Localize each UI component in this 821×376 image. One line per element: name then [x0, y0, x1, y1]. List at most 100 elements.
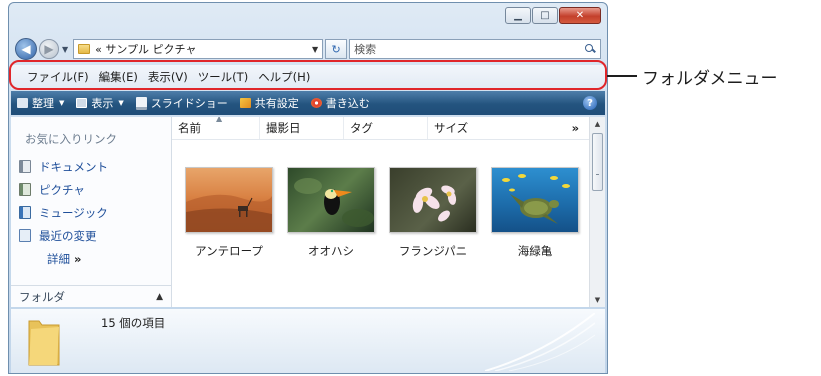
- file-item[interactable]: フランジパニ: [389, 167, 477, 259]
- file-name: 海緑亀: [517, 244, 553, 258]
- sort-ascending-icon: ▲: [216, 117, 223, 123]
- close-icon: ✕: [575, 10, 585, 21]
- minimize-button[interactable]: ▁: [505, 7, 531, 24]
- folder-icon: [28, 320, 60, 366]
- refresh-button[interactable]: ↻: [325, 39, 348, 59]
- recent-pages-dropdown[interactable]: ▼: [62, 45, 68, 54]
- more-links[interactable]: 詳細 »: [47, 251, 81, 267]
- chevron-up-icon: ▲: [156, 291, 163, 302]
- close-button[interactable]: ✕: [559, 7, 601, 24]
- nav-item-label: 最近の変更: [39, 228, 97, 243]
- burn-label: 書き込む: [325, 97, 370, 110]
- command-toolbar: 整理 ▼ 表示 ▼ スライドショー 共有設定 書き込む ?: [11, 91, 605, 115]
- share-label: 共有設定: [254, 97, 299, 110]
- documents-icon: [19, 160, 31, 173]
- folder-icon: [78, 44, 91, 54]
- nav-item-label: ドキュメント: [39, 159, 108, 174]
- views-icon: [76, 98, 88, 108]
- file-name: オオハシ: [308, 244, 354, 258]
- folders-toggle[interactable]: フォルダ ▲: [11, 285, 171, 307]
- nav-item-label: ピクチャ: [39, 182, 85, 197]
- column-header: 名前 ▲ 撮影日 タグ サイズ »: [172, 117, 589, 140]
- back-button[interactable]: ◀: [15, 38, 37, 60]
- frangipani-photo-icon: [389, 167, 477, 233]
- chevron-down-icon: ▼: [59, 99, 65, 107]
- slideshow-button[interactable]: スライドショー: [135, 95, 228, 111]
- window-caption-buttons: ▁ □ ✕: [505, 7, 601, 24]
- toucan-photo-icon: [287, 167, 375, 233]
- vertical-scrollbar[interactable]: ▲ ▼: [589, 117, 605, 307]
- item-count: 15 個の項目: [101, 316, 166, 330]
- search-input[interactable]: 検索: [354, 41, 585, 57]
- nav-item-documents[interactable]: ドキュメント: [19, 155, 108, 178]
- column-tags[interactable]: タグ: [344, 117, 428, 139]
- nav-item-recently-changed[interactable]: 最近の変更: [19, 224, 108, 247]
- sea-turtle-photo-icon: [491, 167, 579, 233]
- callout-label: フォルダメニュー: [642, 69, 778, 89]
- burn-disc-icon: [310, 98, 322, 108]
- forward-button[interactable]: ▶: [39, 39, 59, 59]
- views-button[interactable]: 表示 ▼: [76, 95, 124, 111]
- scroll-thumb[interactable]: [592, 133, 603, 191]
- menu-bar-highlight: [9, 60, 607, 90]
- help-button[interactable]: ?: [583, 96, 597, 110]
- views-label: 表示: [91, 97, 114, 110]
- back-arrow-icon: ◀: [21, 42, 31, 56]
- column-date-taken[interactable]: 撮影日: [260, 117, 344, 139]
- details-pane: 15 個の項目: [11, 309, 605, 373]
- slideshow-icon: [135, 96, 147, 110]
- navigation-pane: お気に入りリンク ドキュメント ピクチャ ミュージック 最近の変更 詳細 » フ…: [11, 117, 172, 307]
- minimize-icon: ▁: [514, 10, 522, 21]
- file-item[interactable]: オオハシ: [287, 167, 375, 259]
- help-icon: ?: [587, 97, 593, 109]
- share-icon: [239, 98, 251, 108]
- favorite-links-heading: お気に入りリンク: [25, 132, 117, 146]
- search-box[interactable]: 検索: [349, 39, 601, 59]
- organize-label: 整理: [32, 97, 54, 110]
- search-icon[interactable]: [585, 43, 596, 55]
- antelope-photo-icon: [185, 167, 273, 233]
- maximize-button[interactable]: □: [532, 7, 558, 24]
- thumbnail-grid: アンテロープ オオハシ フランジパニ 海緑亀: [185, 167, 579, 259]
- recent-changes-icon: [19, 229, 31, 242]
- refresh-icon: ↻: [331, 42, 341, 56]
- column-name-label: 名前: [178, 121, 201, 135]
- scroll-up-icon[interactable]: ▲: [590, 117, 605, 131]
- column-size[interactable]: サイズ: [428, 117, 512, 139]
- explorer-window: ▁ □ ✕ ◀ ▶ ▼ « サンプル ピクチャ ▼ ↻ 検索 ファイル(F) 編…: [8, 2, 608, 374]
- file-item[interactable]: アンテロープ: [185, 167, 273, 259]
- file-list-pane: 名前 ▲ 撮影日 タグ サイズ » アンテロープ オオハシ フランジパニ 海緑亀…: [172, 117, 605, 307]
- column-name[interactable]: 名前 ▲: [172, 117, 260, 139]
- address-path: « サンプル ピクチャ: [95, 43, 197, 56]
- double-chevron-icon: »: [74, 252, 82, 266]
- maximize-icon: □: [540, 10, 550, 21]
- column-size-label: サイズ: [434, 121, 469, 135]
- content-area: お気に入りリンク ドキュメント ピクチャ ミュージック 最近の変更 詳細 » フ…: [11, 117, 605, 307]
- column-tags-label: タグ: [350, 121, 373, 135]
- more-columns-button[interactable]: »: [572, 121, 589, 135]
- address-row: ◀ ▶ ▼ « サンプル ピクチャ ▼ ↻ 検索: [15, 37, 601, 61]
- callout-line: [607, 75, 637, 77]
- file-name: フランジパニ: [398, 244, 468, 258]
- slideshow-label: スライドショー: [150, 97, 228, 110]
- file-name: アンテロープ: [195, 244, 263, 258]
- burn-button[interactable]: 書き込む: [310, 95, 370, 111]
- nav-item-pictures[interactable]: ピクチャ: [19, 178, 108, 201]
- column-date-taken-label: 撮影日: [266, 121, 301, 135]
- share-button[interactable]: 共有設定: [239, 95, 299, 111]
- organize-icon: [17, 98, 28, 108]
- scroll-down-icon[interactable]: ▼: [590, 293, 605, 307]
- folders-label: フォルダ: [19, 289, 65, 304]
- address-dropdown-icon[interactable]: ▼: [312, 45, 318, 54]
- address-bar[interactable]: « サンプル ピクチャ ▼: [73, 39, 324, 59]
- chevron-down-icon: ▼: [118, 99, 124, 107]
- nav-item-label: ミュージック: [39, 205, 108, 220]
- decorative-sheen: [485, 313, 595, 371]
- nav-item-music[interactable]: ミュージック: [19, 201, 108, 224]
- file-item[interactable]: 海緑亀: [491, 167, 579, 259]
- pictures-icon: [19, 183, 31, 196]
- forward-arrow-icon: ▶: [44, 42, 54, 56]
- favorite-links-list: ドキュメント ピクチャ ミュージック 最近の変更: [19, 155, 108, 247]
- music-icon: [19, 206, 31, 219]
- organize-button[interactable]: 整理 ▼: [17, 95, 64, 111]
